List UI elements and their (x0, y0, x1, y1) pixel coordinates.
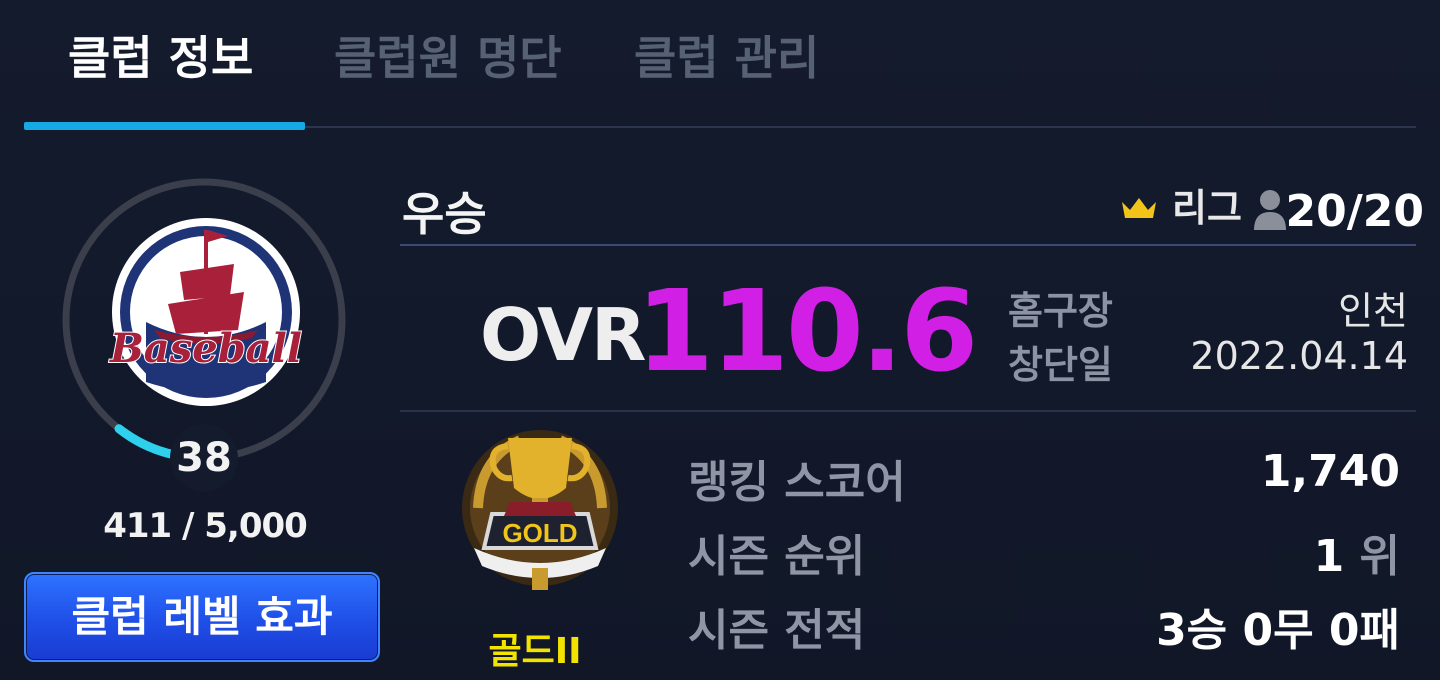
member-count: 20/20 (1285, 186, 1424, 237)
ovr-value: 110.6 (636, 267, 978, 397)
ranking-score-value: 1,740 (1261, 446, 1400, 497)
home-stadium-row: 홈구장 인천 (1008, 280, 1408, 333)
season-rank-number: 1 (1313, 531, 1345, 582)
founded-date-label: 창단일 (1008, 343, 1113, 387)
home-stadium-label: 홈구장 (1008, 289, 1113, 333)
club-level-badge: 38 (170, 424, 238, 492)
ranking-score-row: 랭킹 스코어 1,740 (688, 446, 1400, 508)
season-rank-row: 시즌 순위 1 위 (688, 520, 1400, 582)
season-record-value: 3승 0무 0패 (1156, 605, 1400, 656)
active-tab-indicator (24, 122, 305, 130)
member-icon (1254, 190, 1286, 230)
tier-label: 골드II (488, 631, 582, 672)
emblem-text: Baseball (109, 325, 302, 372)
club-level-effect-button[interactable]: 클럽 레벨 효과 (24, 572, 380, 662)
season-rank-label: 시즌 순위 (688, 531, 866, 582)
ranking-score-label: 랭킹 스코어 (688, 457, 906, 508)
section-divider (400, 410, 1416, 412)
season-rank-unit: 위 (1359, 531, 1400, 582)
header-divider (400, 244, 1416, 246)
tab-club-info[interactable]: 클럽 정보 (68, 28, 253, 88)
tab-club-management[interactable]: 클럽 관리 (634, 28, 819, 88)
league-member-row: 리그 20/20 (1120, 186, 1424, 238)
tab-bar: 클럽 정보 클럽원 명단 클럽 관리 (24, 0, 1416, 132)
league-label: 리그 (1172, 186, 1242, 230)
founded-date-value: 2022.04.14 (1190, 334, 1408, 378)
club-name: 우승 (402, 187, 487, 241)
tier-badge-text: GOLD (502, 518, 577, 548)
season-record-row: 시즌 전적 3승 0무 0패 (688, 594, 1400, 656)
ranking-score-number: 1,740 (1260, 446, 1400, 497)
ovr-label: OVR (480, 293, 646, 377)
founded-date-row: 창단일 2022.04.14 (1008, 334, 1408, 387)
home-stadium-value: 인천 (1338, 289, 1408, 333)
tab-member-list[interactable]: 클럽원 명단 (334, 28, 562, 88)
club-info-screen: 클럽 정보 클럽원 명단 클럽 관리 Baseball 38 411 / 5,0… (0, 0, 1440, 680)
club-exp-text: 411 / 5,000 (103, 506, 308, 546)
club-emblem-icon: Baseball (108, 218, 303, 406)
season-rank-value: 1 위 (1314, 520, 1400, 584)
crown-icon (1122, 198, 1156, 218)
season-record-label: 시즌 전적 (688, 605, 866, 656)
gold-trophy-icon: GOLD (462, 430, 618, 590)
